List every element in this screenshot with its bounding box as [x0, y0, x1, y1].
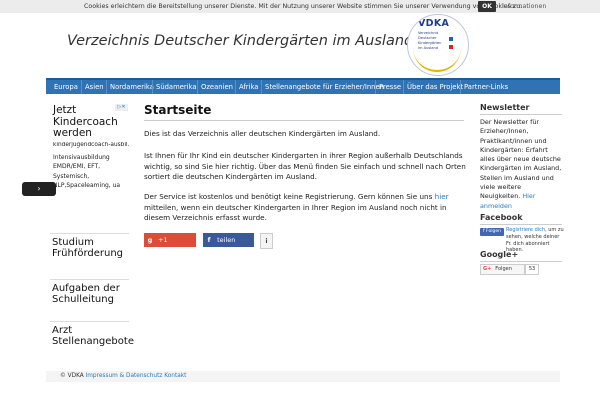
description-paragraph: Ist Ihnen für Ihr Kind ein deutscher Kin…: [144, 151, 466, 182]
nav-separator: [375, 80, 376, 94]
facebook-heading: Facebook: [480, 213, 523, 222]
hier-link[interactable]: hier: [435, 192, 449, 201]
nav-item-partner-links[interactable]: Partner-Links: [464, 83, 508, 91]
newsletter-body: Der Newsletter für Erzieher/Innen, Prakt…: [480, 118, 562, 201]
ad-arrow-button[interactable]: ›: [22, 182, 56, 196]
ad-domain[interactable]: kinderjugendcoach-ausbil...: [53, 142, 129, 148]
nav-item-asien[interactable]: Asien: [85, 83, 104, 91]
nav-item-stellenangebote[interactable]: Stellenangebote für Erzieher/Innen: [265, 83, 384, 91]
footer: © VDKA Impressum & Datenschutz Kontakt: [46, 371, 560, 382]
footer-links[interactable]: Impressum & Datenschutz Kontakt: [86, 373, 187, 379]
ad-tile-text[interactable]: Arzt Stellenangebote: [52, 325, 134, 347]
ad-block[interactable]: Jetzt Kindercoach werden kinderjugendcoa…: [50, 103, 129, 213]
facebook-follow-label: Folgen: [486, 229, 501, 234]
nav-separator: [197, 80, 198, 94]
logo[interactable]: VDKA Verzeichnis Deutscher Kindergärten …: [407, 14, 469, 76]
gplus-icon: G+: [483, 266, 492, 272]
nav-item-ueber-das-projekt[interactable]: Über das Projekt: [407, 83, 463, 91]
intro-paragraph: Dies ist das Verzeichnis aller deutschen…: [144, 129, 381, 138]
gplus-label: +1: [158, 236, 168, 244]
nav-item-afrika[interactable]: Afrika: [239, 83, 258, 91]
facebook-register-link[interactable]: Registriere dich: [506, 227, 545, 233]
ad-tile-text[interactable]: Studium Frühförderung: [52, 237, 128, 259]
nav-item-europa[interactable]: Europa: [54, 83, 78, 91]
ad-title[interactable]: Jetzt Kindercoach werden: [53, 104, 123, 140]
page-title: Startseite: [144, 103, 212, 117]
facebook-icon: f: [207, 236, 211, 244]
nav-separator: [403, 80, 404, 94]
nav-separator: [235, 80, 236, 94]
cookie-text: Cookies erleichtern die Bereitstellung u…: [84, 3, 523, 10]
newsletter-heading: Newsletter: [480, 103, 530, 112]
nav-separator: [81, 80, 82, 94]
nav-separator: [152, 80, 153, 94]
info-button[interactable]: i: [260, 233, 273, 249]
newsletter-text: Der Newsletter für Erzieher/Innen, Prakt…: [480, 118, 562, 211]
arc-decoration: [413, 40, 461, 72]
cookie-bar: Cookies erleichtern die Bereitstellung u…: [0, 0, 600, 13]
googleplus-follow-label: Folgen: [495, 266, 512, 272]
divider: [144, 120, 464, 121]
gplus-icon: g: [147, 236, 153, 244]
facebook-share-button[interactable]: f teilen: [203, 233, 254, 247]
gplus-share-button[interactable]: g +1: [144, 233, 196, 247]
logo-text: VDKA: [418, 18, 450, 29]
ad-choices-icon[interactable]: ▷✕: [115, 104, 128, 111]
footer-copyright: © VDKA: [60, 373, 84, 379]
facebook-follow-button[interactable]: f Folgen: [480, 228, 504, 236]
nav-separator: [261, 80, 262, 94]
main-nav: Europa Asien Nordamerika Südamerika Ozea…: [46, 78, 560, 94]
nav-item-nordamerika[interactable]: Nordamerika: [110, 83, 154, 91]
service-paragraph: Der Service ist kostenlos und benötigt k…: [144, 192, 468, 224]
ad-tile[interactable]: Arzt Stellenangebote: [50, 321, 134, 349]
site-title[interactable]: Verzeichnis Deutscher Kindergärten im Au…: [67, 33, 413, 49]
nav-item-presse[interactable]: Presse: [379, 83, 401, 91]
service-text-cont: mitteilen, wenn ein deutscher Kindergart…: [144, 202, 447, 223]
nav-separator: [460, 80, 461, 94]
cookie-info-link[interactable]: Informationen: [502, 3, 546, 10]
ad-tile-text[interactable]: Aufgaben der Schulleitung: [52, 283, 128, 305]
googleplus-heading: Google+: [480, 250, 519, 259]
facebook-icon: f: [483, 229, 485, 234]
googleplus-count: 53: [525, 264, 539, 275]
nav-separator: [106, 80, 107, 94]
cookie-ok-button[interactable]: OK: [478, 1, 496, 12]
divider: [480, 224, 562, 225]
divider: [480, 114, 562, 115]
service-text: Der Service ist kostenlos und benötigt k…: [144, 192, 435, 201]
facebook-label: teilen: [217, 236, 236, 244]
nav-item-suedamerika[interactable]: Südamerika: [156, 83, 197, 91]
ad-tile[interactable]: Studium Frühförderung: [50, 233, 129, 261]
googleplus-follow-button[interactable]: G+ Folgen: [480, 264, 525, 275]
nav-item-ozeanien[interactable]: Ozeanien: [201, 83, 233, 91]
ad-tile[interactable]: Aufgaben der Schulleitung: [50, 279, 129, 307]
divider: [480, 261, 562, 262]
ad-body: Intensivausbildung EMDR/EMI, EFT, System…: [53, 154, 121, 190]
